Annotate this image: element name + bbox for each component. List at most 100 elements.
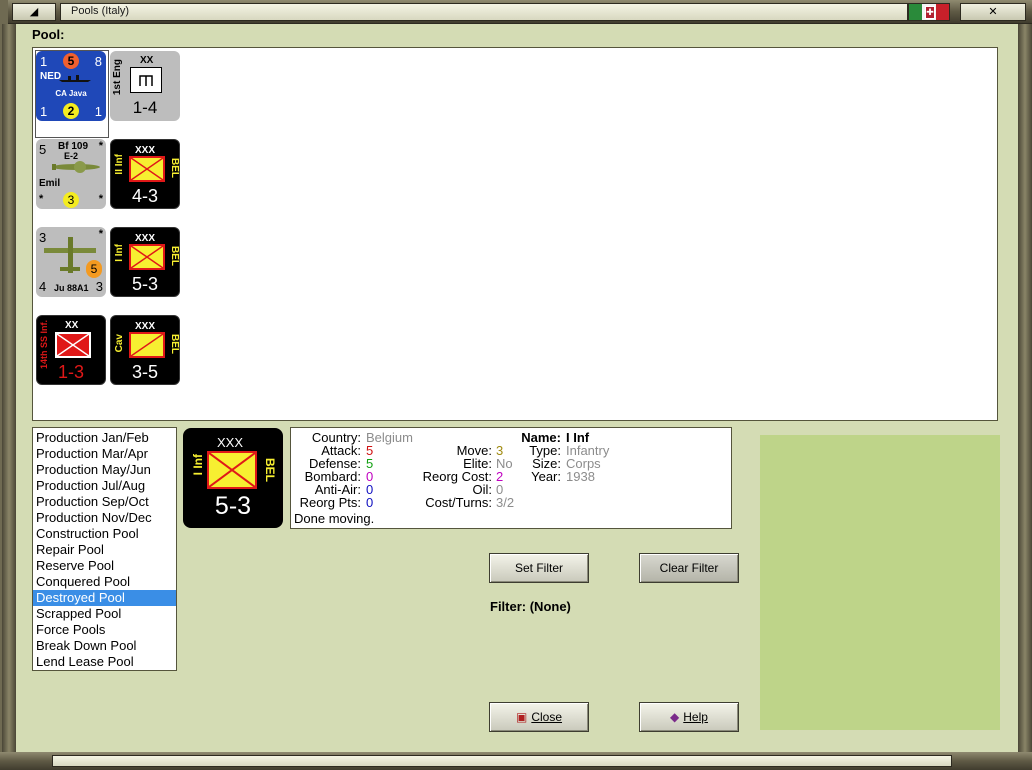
counter-name: II Inf	[114, 154, 125, 175]
year-label: Year:	[531, 469, 561, 484]
counter-strength: 1-4	[132, 98, 158, 117]
title-slot: Pools (Italy)	[60, 3, 908, 21]
right-border	[1018, 24, 1032, 762]
counter-nickname: Emil	[39, 178, 61, 189]
cost-turns-value: 3/2	[496, 495, 515, 510]
counter-value: 4	[39, 279, 47, 294]
counter-bf109[interactable]: 5 Bf 109 E-2 * Emil * 3 *	[36, 139, 106, 209]
pool-list-item[interactable]: Production Mar/Apr	[33, 446, 176, 462]
counter-ju88[interactable]: 3 * 5 4 Ju 88A1 3	[36, 227, 106, 297]
pool-area: 1 5 8 NED CA Java 1 2 1 1st Eng XX 1-4 5…	[32, 47, 998, 421]
engineer-symbol-icon	[130, 67, 162, 93]
year-value: 1938	[566, 469, 595, 484]
counter-strength: 3-5	[131, 362, 158, 382]
infantry-symbol-icon	[207, 451, 257, 489]
counter-value: 3	[63, 192, 79, 208]
cruiser-icon	[59, 75, 91, 82]
left-border	[2, 24, 16, 762]
counter-ca-java[interactable]: 1 5 8 NED CA Java 1 2 1	[36, 51, 106, 121]
counter-value: 1	[40, 54, 48, 69]
pool-list-item[interactable]: Conquered Pool	[33, 574, 176, 590]
counter-1st-eng[interactable]: 1st Eng XX 1-4	[110, 51, 180, 121]
close-window-button[interactable]: ✕	[960, 3, 1026, 21]
pool-list-item[interactable]: Construction Pool	[33, 526, 176, 542]
pool-list-item[interactable]: Force Pools	[33, 622, 176, 638]
help-button[interactable]: ◆ Help	[639, 702, 739, 732]
counter-name: Cav	[114, 334, 125, 353]
counter-size: XXX	[135, 145, 156, 156]
bottom-bar	[0, 752, 1032, 770]
counter-size: XXX	[217, 435, 244, 450]
pool-list-item[interactable]: Scrapped Pool	[33, 606, 176, 622]
pools-window: ◢ Pools (Italy) ✚ ✕ Pool: 1 5 8 NED CA J…	[0, 0, 1032, 770]
counter-nation: BEL	[169, 158, 180, 178]
pool-list-item[interactable]: Reserve Pool	[33, 558, 176, 574]
pool-label: Pool:	[32, 27, 65, 42]
counter-size: XX	[140, 55, 154, 66]
counter-name: CA Java	[55, 89, 87, 98]
counter-name: I Inf	[191, 454, 205, 476]
selected-unit-counter: I Inf XXX BEL 5-3	[183, 428, 283, 528]
pool-list-item[interactable]: Lend Lease Pool	[33, 654, 176, 670]
counter-value: *	[98, 140, 103, 152]
counter-cav[interactable]: Cav XXX BEL 3-5	[110, 315, 180, 385]
counter-value: 2	[63, 103, 79, 119]
bottom-slot	[52, 755, 952, 767]
italy-flag-icon: ✚	[908, 3, 950, 21]
fighter-plane-icon	[52, 161, 100, 173]
reorg-pts-value: 0	[366, 495, 374, 510]
counter-value: 1	[40, 104, 48, 119]
counter-value: 5	[39, 142, 47, 157]
counter-value: 3	[95, 279, 103, 294]
counter-size: XX	[65, 320, 79, 331]
counter-strength: 5-3	[214, 492, 252, 520]
counter-value: 5	[63, 53, 79, 69]
ss-infantry-symbol-icon	[55, 332, 91, 358]
infantry-symbol-icon	[129, 244, 165, 270]
pool-list-item[interactable]: Production Jan/Feb	[33, 430, 176, 446]
counter-strength: 5-3	[131, 274, 158, 294]
unit-image-panel	[760, 435, 1000, 730]
counter-nation: BEL	[169, 246, 180, 266]
help-button-label: Help	[683, 710, 708, 724]
cavalry-symbol-icon	[129, 332, 165, 358]
counter-value: *	[98, 193, 103, 205]
pool-list-item[interactable]: Production Nov/Dec	[33, 510, 176, 526]
counter-ii-inf[interactable]: II Inf XXX BEL 4-3	[110, 139, 180, 209]
close-button-label: Close	[531, 710, 563, 724]
counter-nation: BEL	[263, 458, 277, 482]
counter-value: 1	[94, 104, 102, 119]
set-filter-button[interactable]: Set Filter	[489, 553, 589, 583]
reorg-pts-label: Reorg Pts:	[299, 495, 361, 510]
title-bar: ◢ Pools (Italy) ✚ ✕	[8, 0, 1032, 24]
counter-14th-ss-inf[interactable]: 14th SS Inf. XX 1-3	[36, 315, 106, 385]
pool-list-item[interactable]: Break Down Pool	[33, 638, 176, 654]
counter-size: XXX	[135, 233, 156, 244]
counter-strength: 4-3	[131, 186, 158, 206]
counter-model: Ju 88A1	[54, 283, 89, 293]
unit-info-panel: Country: Belgium Attack: 5 Defense: 5 Bo…	[290, 427, 732, 529]
pool-list-item[interactable]: Production Sep/Oct	[33, 494, 176, 510]
counter-nation: BEL	[169, 334, 180, 354]
counter-name: I Inf	[114, 244, 125, 262]
pool-list-item[interactable]: Production Jul/Aug	[33, 478, 176, 494]
system-menu-button[interactable]: ◢	[12, 3, 56, 21]
pool-list-item-selected[interactable]: Destroyed Pool	[33, 590, 176, 606]
counter-i-inf[interactable]: I Inf XXX BEL 5-3	[110, 227, 180, 297]
savoy-crest-icon: ✚	[925, 6, 935, 19]
counter-value: 5	[86, 260, 102, 278]
clear-filter-button[interactable]: Clear Filter	[639, 553, 739, 583]
filter-status: Filter: (None)	[490, 599, 571, 614]
infantry-symbol-icon	[129, 156, 165, 182]
close-button[interactable]: ▣ Close	[489, 702, 589, 732]
pool-type-list[interactable]: Production Jan/Feb Production Mar/Apr Pr…	[32, 427, 177, 671]
counter-value: *	[98, 228, 103, 240]
pool-list-item[interactable]: Repair Pool	[33, 542, 176, 558]
counter-strength: 1-3	[57, 362, 84, 382]
close-door-icon: ▣	[515, 710, 528, 724]
counter-value: *	[39, 193, 44, 205]
counter-size: XXX	[135, 321, 156, 332]
counter-value: 8	[94, 54, 102, 69]
window-title: Pools (Italy)	[71, 5, 130, 17]
pool-list-item[interactable]: Production May/Jun	[33, 462, 176, 478]
